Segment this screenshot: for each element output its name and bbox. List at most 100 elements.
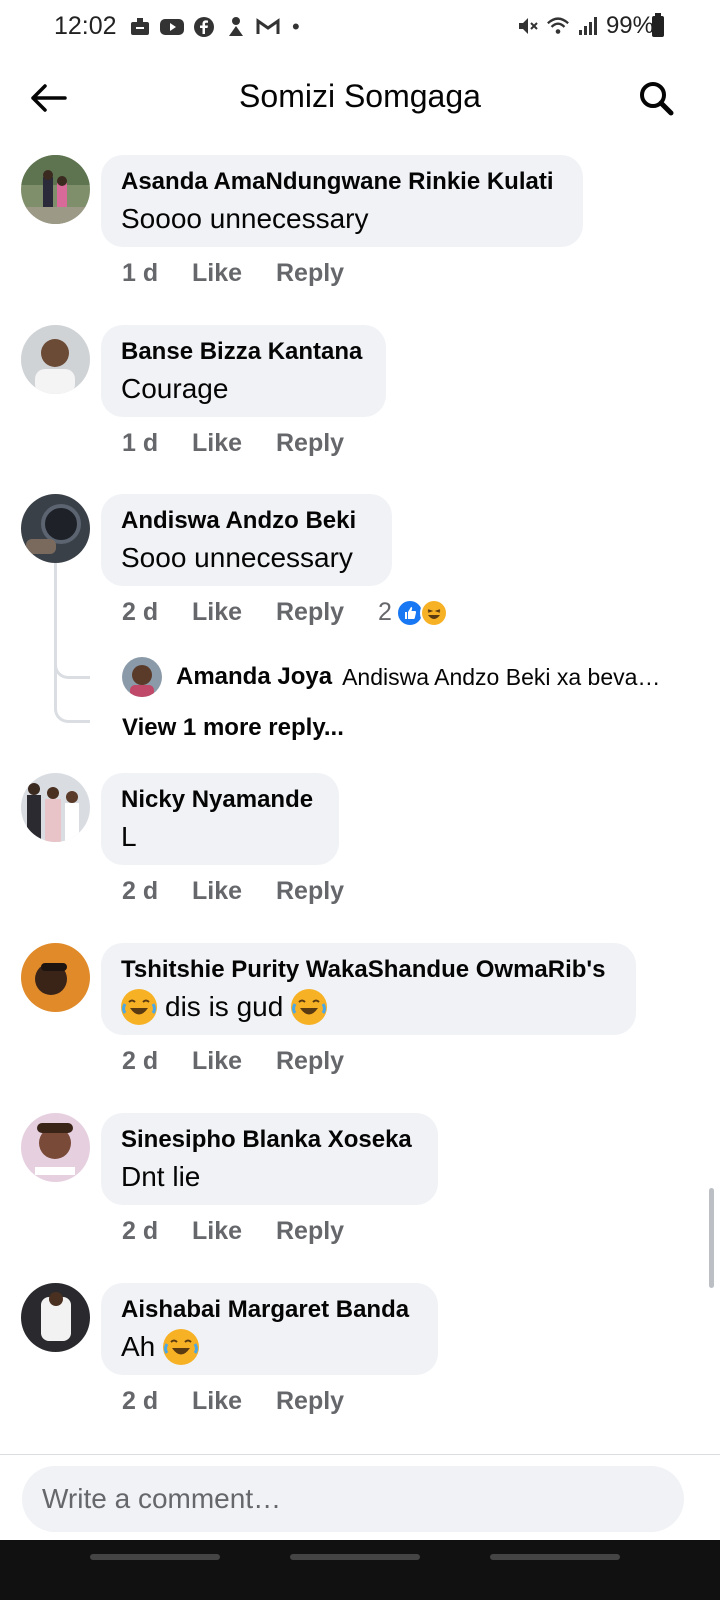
comment-time: 1 d [122, 259, 159, 287]
comment-bubble[interactable]: Andiswa Andzo Beki Sooo unnecessary [101, 494, 392, 586]
comment-time: 2 d [122, 1047, 159, 1075]
more-notifications-dot: • [292, 14, 300, 39]
comment-text: Ah [121, 1329, 418, 1365]
like-button[interactable]: Like [192, 259, 276, 288]
reaction-count: 2 [378, 598, 392, 626]
avatar[interactable] [21, 494, 90, 563]
comment-bubble[interactable]: Nicky Nyamande L [101, 773, 339, 865]
comment-text: Dnt lie [121, 1159, 418, 1195]
comment-text-body: Sooo unnecessary [121, 542, 353, 573]
avatar[interactable] [21, 773, 90, 842]
avatar[interactable] [21, 155, 90, 224]
like-button[interactable]: Like [192, 1387, 276, 1416]
like-button[interactable]: Like [192, 877, 276, 906]
comment-author[interactable]: Tshitshie Purity WakaShandue OwmaRib's [121, 955, 616, 985]
status-time: 12:02 [54, 12, 117, 40]
comment-author[interactable]: Andiswa Andzo Beki [121, 506, 372, 536]
comment-author[interactable]: Banse Bizza Kantana [121, 337, 366, 367]
reply-button[interactable]: Reply [276, 259, 378, 288]
comment-text: dis is gud [121, 989, 616, 1025]
comment-actions: 2 d Like Reply [122, 877, 378, 906]
comment-text-body: dis is gud [165, 991, 284, 1022]
like-button[interactable]: Like [192, 429, 276, 458]
signal-icon [576, 14, 600, 38]
comment-time: 2 d [122, 598, 159, 626]
comment-text-body: Dnt lie [121, 1161, 201, 1192]
reply-preview[interactable]: Amanda Joya Andiswa Andzo Beki xa beva… [122, 657, 674, 697]
battery-percent: 99% [605, 12, 654, 39]
comment-text-body: L [121, 821, 137, 852]
comment-actions: 1 d Like Reply [122, 259, 378, 288]
youtube-icon [160, 15, 184, 39]
comment-bubble[interactable]: Tshitshie Purity WakaShandue OwmaRib's d… [101, 943, 636, 1035]
page-title: Somizi Somgaga [239, 78, 481, 114]
wifi-icon [546, 14, 570, 38]
gmail-icon [256, 15, 280, 39]
home-button[interactable] [290, 1554, 420, 1560]
avatar[interactable] [21, 1283, 90, 1352]
reply-button[interactable]: Reply [276, 1387, 378, 1416]
comment-text-body: Soooo unnecessary [121, 203, 369, 234]
battery-icon [652, 13, 664, 37]
like-button[interactable]: Like [192, 1217, 276, 1246]
comment-time: 2 d [122, 877, 159, 905]
comment-bubble[interactable]: Aishabai Margaret Banda Ah [101, 1283, 438, 1375]
reply-button[interactable]: Reply [276, 429, 378, 458]
comment-bubble[interactable]: Sinesipho Blanka Xoseka Dnt lie [101, 1113, 438, 1205]
comment-author[interactable]: Sinesipho Blanka Xoseka [121, 1125, 418, 1155]
like-button[interactable]: Like [192, 598, 276, 627]
avatar[interactable] [21, 1113, 90, 1182]
comment-bubble[interactable]: Banse Bizza Kantana Courage [101, 325, 386, 417]
comment-text-body: Ah [121, 1331, 156, 1362]
avatar[interactable] [122, 657, 162, 697]
back-nav-button[interactable] [490, 1554, 620, 1560]
inbox-icon [128, 15, 152, 39]
view-more-replies-link[interactable]: View 1 more reply... [122, 714, 344, 742]
search-button[interactable] [634, 76, 678, 120]
comment-actions: 2 d Like Reply 2 [122, 598, 448, 627]
comment-actions: 2 d Like Reply [122, 1217, 378, 1246]
reply-button[interactable]: Reply [276, 1047, 378, 1076]
search-icon [640, 82, 674, 116]
header: Somizi Somgaga [0, 56, 720, 138]
reply-button[interactable]: Reply [276, 1217, 378, 1246]
like-button[interactable]: Like [192, 1047, 276, 1076]
reply-button[interactable]: Reply [276, 598, 378, 627]
status-right-icons: 99% [516, 12, 654, 40]
thread-branch [54, 703, 90, 723]
comment-bubble[interactable]: Asanda AmaNdungwane Rinkie Kulati Soooo … [101, 155, 583, 247]
status-bar: 12:02 • 99% [0, 0, 720, 56]
comment-text-body: Courage [121, 373, 229, 404]
comment-text: L [121, 819, 319, 855]
comment-author[interactable]: Asanda AmaNdungwane Rinkie Kulati [121, 167, 563, 197]
comment-time: 2 d [122, 1387, 159, 1415]
comment-time: 1 d [122, 429, 159, 457]
facebook-icon [192, 15, 216, 39]
comment-composer [0, 1454, 720, 1550]
mute-icon [516, 14, 540, 38]
haha-reaction-icon [419, 598, 448, 627]
thread-line [54, 563, 57, 703]
comment-text: Soooo unnecessary [121, 201, 563, 237]
comment-author[interactable]: Nicky Nyamande [121, 785, 319, 815]
comment-actions: 2 d Like Reply [122, 1387, 378, 1416]
comment-input[interactable] [22, 1466, 684, 1532]
comment-text: Sooo unnecessary [121, 540, 372, 576]
avatar[interactable] [21, 325, 90, 394]
app-notification-icon [224, 15, 248, 39]
avatar[interactable] [21, 943, 90, 1012]
reply-button[interactable]: Reply [276, 877, 378, 906]
notification-icons: • [128, 14, 300, 40]
comment-author[interactable]: Aishabai Margaret Banda [121, 1295, 418, 1325]
comment-time: 2 d [122, 1217, 159, 1245]
tears-of-joy-emoji-icon [163, 1329, 200, 1365]
scrollbar-thumb[interactable] [709, 1188, 714, 1288]
reaction-summary[interactable]: 2 [378, 598, 448, 627]
comment-actions: 2 d Like Reply [122, 1047, 378, 1076]
tears-of-joy-emoji-icon [291, 989, 328, 1025]
recent-apps-button[interactable] [90, 1554, 220, 1560]
system-nav-bar [0, 1540, 720, 1600]
reply-author[interactable]: Amanda Joya [176, 663, 332, 691]
reply-text: Andiswa Andzo Beki xa beva… [342, 663, 661, 690]
tears-of-joy-emoji-icon [121, 989, 157, 1025]
